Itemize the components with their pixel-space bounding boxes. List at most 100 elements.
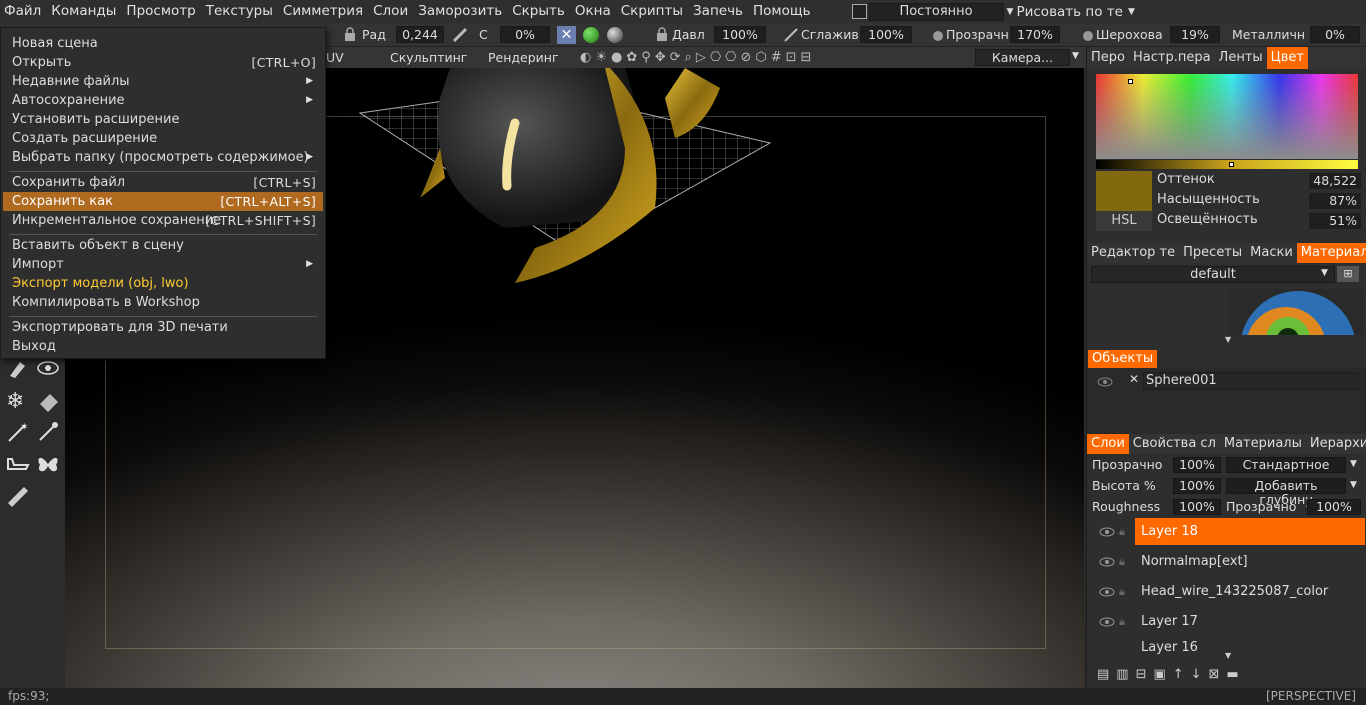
tab-layers[interactable]: Слои [1087, 434, 1129, 454]
chevron-down-icon[interactable]: ▼ [1321, 268, 1328, 278]
mode-select[interactable]: Постоянно [868, 2, 1004, 21]
smooth-icon[interactable] [783, 27, 799, 43]
lock-icon[interactable] [344, 27, 356, 42]
chevron-down-icon[interactable]: ▼ [1007, 7, 1014, 17]
camera-select[interactable]: Камера... [975, 49, 1070, 66]
blend-mode-select[interactable]: Стандартное [1226, 457, 1346, 473]
lock-icon[interactable]: 🔒︎ [1119, 555, 1125, 569]
add-preset-icon[interactable]: ⊞ [1337, 266, 1359, 282]
tab-layer-props[interactable]: Свойства сл [1129, 434, 1220, 454]
fill-icon[interactable] [36, 390, 60, 414]
chevron-down-icon[interactable]: ▼ [1225, 651, 1231, 660]
opacity-brush-icon[interactable] [930, 27, 946, 43]
layer-opacity-input[interactable]: 100% [1173, 457, 1221, 473]
lock-icon[interactable]: 🔒︎ [1119, 585, 1125, 599]
menu-bake[interactable]: Запечь [688, 0, 748, 23]
eye-icon[interactable] [36, 358, 60, 382]
brush-icon[interactable] [452, 27, 468, 43]
metal-layer-input[interactable]: 100% [1307, 499, 1361, 515]
tab-strips[interactable]: Ленты [1215, 47, 1267, 69]
c-input[interactable]: 0% [500, 26, 550, 43]
eye-icon[interactable] [1099, 617, 1115, 627]
tab-color[interactable]: Цвет [1266, 47, 1308, 69]
menu-item-choose-folder[interactable]: Выбрать папку (просмотреть содержимое) ▶ [3, 148, 323, 167]
metalness-input[interactable]: 0% [1310, 26, 1360, 43]
menu-windows[interactable]: Окна [570, 0, 616, 23]
layer-actions-toolbar[interactable]: ▤▥⊟▣↑↓⊠▬ [1097, 667, 1257, 685]
eye-icon[interactable] [1099, 557, 1115, 567]
chevron-down-icon[interactable]: ▼ [1072, 51, 1079, 61]
lock-icon[interactable]: 🔒︎ [1119, 525, 1125, 539]
menu-file[interactable]: Файл [0, 0, 46, 23]
menu-textures[interactable]: Текстуры [201, 0, 278, 23]
layer-row[interactable]: Layer 18 [1135, 518, 1365, 545]
menu-scripts[interactable]: Скрипты [616, 0, 688, 23]
menu-commands[interactable]: Команды [46, 0, 121, 23]
tab-materials[interactable]: Материалы [1296, 243, 1366, 263]
menu-item-compile-workshop[interactable]: Компилировать в Workshop [3, 293, 323, 312]
eraser-icon[interactable] [6, 358, 30, 382]
menu-item-open[interactable]: Открыть [CTRL+O] [3, 53, 323, 72]
tab-uv[interactable]: UV [326, 47, 344, 68]
draw-mode-select[interactable]: Рисовать по те [1016, 4, 1122, 20]
chevron-down-icon[interactable]: ▼ [1350, 480, 1357, 490]
green-sphere-icon[interactable] [583, 27, 599, 43]
menu-item-save[interactable]: Сохранить файл [CTRL+S] [3, 173, 323, 192]
menu-item-create-extension[interactable]: Создать расширение [3, 129, 323, 148]
smooth-input[interactable]: 100% [860, 26, 912, 43]
object-row[interactable]: Sphere001 [1143, 372, 1359, 390]
chevron-down-icon[interactable]: ▼ [1128, 7, 1135, 17]
snowflake-icon[interactable]: ❄ [6, 390, 30, 414]
pressure-lock-icon[interactable] [656, 27, 668, 42]
eye-icon[interactable] [1099, 587, 1115, 597]
menu-item-install-extension[interactable]: Установить расширение [3, 110, 323, 129]
menu-symmetry[interactable]: Симметрия [278, 0, 368, 23]
chevron-down-icon[interactable]: ▼ [1225, 335, 1231, 344]
roughness-layer-input[interactable]: 100% [1173, 499, 1221, 515]
saturation-input[interactable]: 87% [1309, 193, 1361, 209]
layer-row[interactable]: Layer 17 [1135, 608, 1365, 635]
tab-texture-editor[interactable]: Редактор те [1087, 243, 1179, 263]
objects-tab[interactable]: Объекты [1088, 350, 1158, 368]
menu-freeze[interactable]: Заморозить [413, 0, 507, 23]
eye-icon[interactable] [1097, 377, 1113, 387]
preset-select[interactable]: default [1091, 266, 1335, 283]
lightness-input[interactable]: 51% [1309, 213, 1361, 229]
layer-row[interactable]: Normalmap[ext] [1135, 548, 1365, 575]
ruler-icon[interactable] [6, 485, 30, 509]
roughness-icon[interactable] [1080, 27, 1096, 43]
tab-layer-materials[interactable]: Материалы [1220, 434, 1306, 454]
lock-icon[interactable]: 🔒︎ [1119, 615, 1125, 629]
depth-mode-select[interactable]: Добавить глубину [1226, 478, 1346, 507]
lightness-slider[interactable] [1096, 160, 1358, 169]
view-tools-strip[interactable]: ◐☀●✿⚲✥⟳⌕▷⎔⎔⊘⬡#⊡⊟ [580, 49, 975, 66]
eye-icon[interactable] [1099, 527, 1115, 537]
smooth-tool-icon[interactable] [6, 453, 30, 477]
material-preview[interactable] [1228, 289, 1363, 335]
tab-hierarchy[interactable]: Иерархия [1306, 434, 1366, 454]
menu-help[interactable]: Помощь [748, 0, 816, 23]
chevron-down-icon[interactable]: ▼ [1350, 459, 1357, 469]
gray-sphere-icon[interactable] [607, 27, 623, 43]
height-input[interactable]: 100% [1173, 478, 1221, 494]
hue-input[interactable]: 48,522 [1309, 173, 1361, 189]
menu-item-export-3d-print[interactable]: Экспортировать для 3D печати [3, 318, 323, 337]
menu-item-recent[interactable]: Недавние файлы ▶ [3, 72, 323, 91]
tab-pen[interactable]: Перо [1087, 47, 1129, 69]
layer-row[interactable]: Head_wire_143225087_color [1135, 578, 1365, 605]
pressure-input[interactable]: 100% [714, 26, 766, 43]
butterfly-icon[interactable] [36, 453, 60, 477]
layer-row[interactable]: Layer 16 [1135, 641, 1365, 657]
tab-masks[interactable]: Маски [1246, 243, 1297, 263]
tab-presets[interactable]: Пресеты [1179, 243, 1246, 263]
menu-item-import[interactable]: Импорт ▶ [3, 255, 323, 274]
tab-sculpt[interactable]: Скульптинг [390, 47, 467, 68]
close-icon[interactable]: ✕ [557, 26, 576, 44]
menu-item-incremental-save[interactable]: Инкрементальное сохранение [CTRL+SHIFT+S] [3, 211, 323, 230]
tab-pen-settings[interactable]: Настр.пера [1129, 47, 1215, 69]
radius-input[interactable]: 0,244 [396, 26, 444, 43]
menu-item-exit[interactable]: Выход [3, 337, 323, 356]
pipette-icon[interactable] [36, 420, 60, 444]
menu-hide[interactable]: Скрыть [507, 0, 570, 23]
color-swatch[interactable] [1096, 171, 1152, 211]
